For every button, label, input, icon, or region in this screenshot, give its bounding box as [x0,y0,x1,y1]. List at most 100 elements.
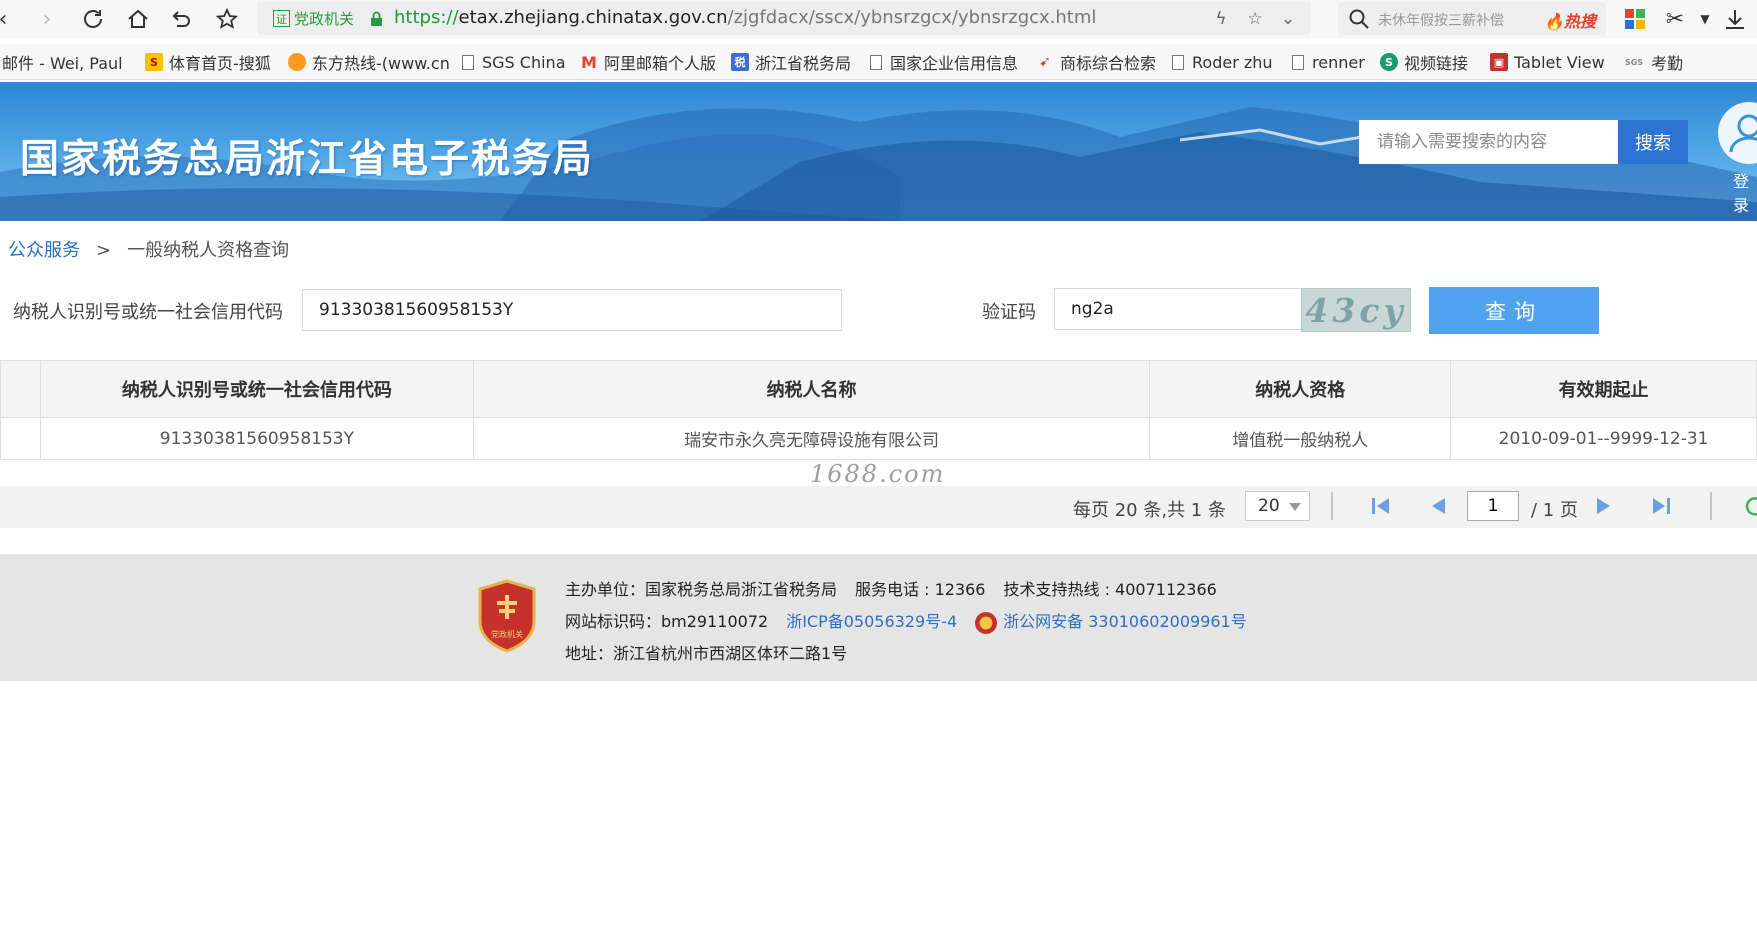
search-icon [1349,9,1369,29]
page-icon [1292,54,1304,70]
bookmark-item[interactable]: M 阿里邮箱个人版 [580,52,716,74]
previous-page-icon[interactable] [1427,495,1449,517]
svg-text:党政机关: 党政机关 [491,629,523,639]
last-page-icon[interactable] [1650,495,1672,517]
pager-divider [1331,492,1333,520]
first-page-icon[interactable] [1370,495,1392,517]
reload-icon[interactable] [78,4,108,34]
bookmark-item[interactable]: renner [1292,52,1365,72]
browser-toolbar: ‹ › 证 党政机关 https://etax.zhejiang.chinata… [0,0,1757,38]
dropdown-arrow-icon [1289,503,1301,511]
page-icon [1172,54,1184,70]
video-icon: S [1380,53,1398,71]
scissors-dropdown-icon[interactable]: ▼ [1690,4,1720,34]
table-header-row: 纳税人识别号或统一社会信用代码 纳税人名称 纳税人资格 有效期起止 [0,360,1757,418]
tax-icon: 税 [731,53,749,71]
login-link[interactable]: 登录 [1733,168,1757,216]
address-bar[interactable]: 证 党政机关 https://etax.zhejiang.chinatax.go… [257,2,1311,35]
lock-icon [371,11,382,26]
bookmarks-bar: 邮件 - Wei, Paul S 体育首页-搜狐 东方热线-(www.cn SGS… [0,44,1757,80]
gov-site-badge: 证 党政机关 [273,9,354,28]
bookmark-item[interactable]: 税浙江省税务局 [731,52,851,73]
icp-link[interactable]: 浙ICP备05056329号-4 [786,612,957,631]
download-icon[interactable] [1720,4,1750,34]
captcha-input[interactable] [1054,288,1302,330]
bookmark-item[interactable]: S 体育首页-搜狐 [145,52,271,73]
trademark-icon: ➹ [1039,54,1051,70]
user-avatar-icon[interactable] [1718,102,1757,164]
column-header [0,360,41,418]
forward-icon[interactable]: › [32,4,62,34]
table-cell: 瑞安市永久亮无障碍设施有限公司 [472,417,1151,460]
favorite-star-icon[interactable] [212,4,242,34]
party-gov-emblem-icon: 党政机关 [478,579,536,653]
page-icon [870,54,882,70]
certificate-icon: 证 [273,10,290,27]
bookmark-item[interactable]: ▣ Tablet View [1490,52,1605,72]
footer-line-1: 主办单位：国家税务总局浙江省税务局 服务电话 : 12366 技术支持热线 : 40… [565,580,1217,599]
site-footer: 党政机关 主办单位：国家税务总局浙江省税务局 服务电话 : 12366 技术支持热线… [0,554,1757,681]
bookmark-item[interactable]: S 视频链接 [1380,52,1468,73]
result-table: 纳税人识别号或统一社会信用代码 纳税人名称 纳税人资格 有效期起止 913303… [0,360,1757,460]
bookmark-item[interactable]: SGS 考勤 [1623,52,1683,73]
footer-line-2: 网站标识码：bm29110072 浙ICP备05056329号-4 浙公网安备 33… [565,608,1247,634]
police-record-link[interactable]: 浙公网安备 33010602009961号 [1003,612,1247,631]
browser-search-box[interactable]: 未休年假按三薪补偿 🔥热搜 [1338,2,1606,35]
breadcrumb-separator: > [96,240,112,261]
taxpayer-id-input[interactable] [302,289,842,331]
site-title: 国家税务总局浙江省电子税务局 [20,137,595,182]
bookmark-star-icon[interactable]: ☆ [1244,8,1266,30]
bookmark-item[interactable]: 邮件 - Wei, Paul [2,52,123,73]
page-info: 每页 20 条,共 1 条 [1073,500,1226,521]
tablet-icon: ▣ [1490,53,1508,71]
breadcrumb: 公众服务 > 一般纳税人资格查询 [8,236,289,262]
browser-search-placeholder: 未休年假按三薪补偿 [1378,13,1504,29]
chevron-down-icon[interactable]: ⌄ [1277,8,1299,30]
column-header: 有效期起止 [1450,360,1757,418]
watermark-text: 1688.com [810,460,946,488]
site-search-button[interactable]: 搜索 [1618,120,1688,164]
column-header: 纳税人资格 [1149,360,1452,418]
breadcrumb-current: 一般纳税人资格查询 [127,240,290,261]
undo-close-tab-icon[interactable] [166,4,196,34]
column-header: 纳税人识别号或统一社会信用代码 [39,360,474,418]
cnool-icon [288,53,306,71]
bookmark-item[interactable]: 东方热线-(www.cn [288,52,450,73]
page-icon [462,54,474,70]
site-search-input[interactable] [1359,120,1618,164]
apps-grid-icon[interactable] [1620,4,1650,34]
next-page-icon[interactable] [1593,495,1615,517]
total-pages: / 1 页 [1531,500,1578,521]
lightning-icon[interactable]: ϟ [1210,8,1232,30]
page-size-select[interactable]: 20 [1245,491,1310,521]
bookmark-item[interactable]: Roder zhu [1172,52,1273,72]
current-page-input[interactable] [1467,491,1519,521]
bookmark-item[interactable]: SGS China [462,52,566,72]
pager-divider [1710,492,1712,520]
taxpayer-id-label: 纳税人识别号或统一社会信用代码 [13,302,283,323]
home-icon[interactable] [123,4,153,34]
table-cell: 增值税一般纳税人 [1149,417,1452,460]
sgs-icon: SGS [1624,57,1644,67]
footer-line-3: 地址：浙江省杭州市西湖区体环二路1号 [565,644,848,663]
query-button[interactable]: 查询 [1429,287,1599,334]
pagination-bar: 每页 20 条,共 1 条 20 / 1 页 [0,486,1757,528]
url-text: https://etax.zhejiang.chinatax.gov.cn/zj… [394,7,1097,28]
sohu-icon: S [145,53,163,71]
bookmark-item[interactable]: 国家企业信用信息 [870,52,1018,73]
bookmark-item[interactable]: ➹ 商标综合检索 [1036,52,1156,73]
police-badge-icon [975,611,998,634]
aliyun-mail-icon: M [581,52,597,72]
refresh-icon[interactable] [1744,495,1757,517]
captcha-label: 验证码 [982,302,1036,323]
table-row[interactable]: 91330381560958153Y 瑞安市永久亮无障碍设施有限公司 增值税一般… [0,417,1757,460]
breadcrumb-root-link[interactable]: 公众服务 [8,240,80,261]
captcha-image[interactable]: 43cy [1301,288,1411,332]
table-cell: 2010-09-01--9999-12-31 [1450,417,1757,460]
hot-search-label[interactable]: 🔥热搜 [1544,8,1596,32]
table-cell [0,417,41,460]
site-banner: 国家税务总局浙江省电子税务局 搜索 登录 [0,82,1757,221]
scissors-icon[interactable]: ✂ [1660,4,1690,34]
back-icon[interactable]: ‹ [0,4,18,34]
column-header: 纳税人名称 [472,360,1151,418]
